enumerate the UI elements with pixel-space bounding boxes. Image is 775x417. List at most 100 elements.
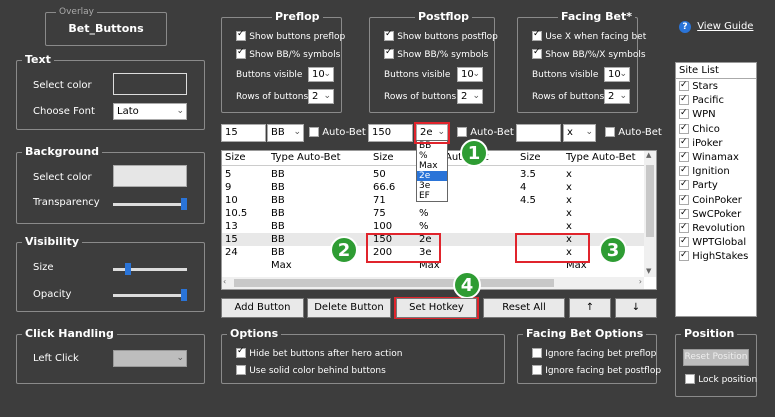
reset-all-button[interactable]: Reset All [483, 298, 565, 318]
checkbox-icon[interactable] [679, 79, 689, 92]
checkbox-icon[interactable] [685, 374, 695, 384]
scroll-right-icon[interactable]: › [639, 277, 642, 286]
facing-size-input[interactable] [516, 124, 561, 142]
table-column-header[interactable]: Size [520, 151, 541, 165]
show-buttons-preflop-checkbox[interactable]: Show buttons preflop [236, 29, 345, 42]
font-select[interactable]: Lato ⌄ [113, 103, 187, 120]
table-column-header[interactable]: Type [566, 151, 589, 165]
facing-type-select[interactable]: x ⌄ [563, 124, 596, 142]
reset-position-button[interactable]: Reset Position [683, 349, 749, 366]
preflop-rows-select[interactable]: 2 ⌄ [308, 89, 334, 104]
preflop-auto-bet-checkbox[interactable]: Auto-Bet [309, 127, 366, 138]
show-bb-preflop-checkbox[interactable]: Show BB/% symbols [236, 47, 340, 60]
postflop-rows-select[interactable]: 2 ⌄ [457, 89, 483, 104]
show-bbx-checkbox[interactable]: Show BB/%/X symbols [532, 47, 646, 60]
site-list-item[interactable]: Party [679, 178, 718, 192]
show-buttons-postflop-checkbox[interactable]: Show buttons postflop [384, 29, 498, 42]
checkbox-icon[interactable] [309, 127, 319, 137]
checkbox-icon[interactable] [679, 249, 689, 262]
scroll-left-icon[interactable]: ‹ [223, 277, 226, 286]
checkbox-icon[interactable] [236, 365, 246, 375]
dropdown-option[interactable]: EF [417, 191, 447, 201]
size-slider[interactable] [113, 263, 187, 275]
checkbox-icon[interactable] [679, 150, 689, 163]
opacity-slider-thumb[interactable] [181, 289, 187, 301]
checkbox-icon[interactable] [532, 29, 542, 41]
site-list-item[interactable]: Chico [679, 122, 720, 136]
site-list-item[interactable]: SwCPoker [679, 207, 741, 221]
site-list-item[interactable]: CoinPoker [679, 193, 742, 207]
site-list-item[interactable]: Pacific [679, 93, 724, 107]
site-list-item[interactable]: WPTGlobal [679, 235, 746, 249]
preflop-buttons-visible-select[interactable]: 10 ⌄ [308, 67, 334, 82]
left-click-select[interactable]: ⌄ [113, 350, 187, 367]
postflop-buttons-visible-select[interactable]: 10 ⌄ [457, 67, 483, 82]
dropdown-option[interactable]: 2e [417, 171, 447, 181]
checkbox-icon[interactable] [384, 47, 394, 59]
type-dropdown-list[interactable]: BB% Max 2e 3e EF [416, 140, 448, 202]
set-hotkey-button[interactable]: Set Hotkey [396, 298, 477, 318]
scroll-down-icon[interactable]: ▼ [646, 267, 651, 275]
checkbox-icon[interactable] [679, 221, 689, 234]
checkbox-icon[interactable] [679, 122, 689, 135]
delete-button[interactable]: Delete Button [307, 298, 391, 318]
checkbox-icon[interactable] [605, 127, 615, 137]
vertical-scrollbar-thumb[interactable] [646, 165, 654, 237]
checkbox-icon[interactable] [679, 207, 689, 220]
move-up-button[interactable]: ↑ [569, 298, 611, 318]
facing-rows-select[interactable]: 2 ⌄ [604, 89, 630, 104]
facing-buttons-visible-select[interactable]: 10 ⌄ [604, 67, 630, 82]
text-color-swatch[interactable] [113, 73, 187, 95]
postflop-auto-bet-checkbox[interactable]: Auto-Bet [457, 127, 514, 138]
postflop-size-input[interactable]: 150 [368, 124, 413, 142]
checkbox-icon[interactable] [532, 365, 542, 375]
show-bb-postflop-checkbox[interactable]: Show BB/% symbols [384, 47, 488, 60]
use-x-checkbox[interactable]: Use X when facing bet [532, 29, 646, 42]
checkbox-icon[interactable] [532, 348, 542, 358]
site-list-item[interactable]: iPoker [679, 136, 722, 150]
site-list-item[interactable]: Stars [679, 79, 718, 93]
site-list-item[interactable]: WPN [679, 107, 716, 121]
table-row[interactable]: 13 BB 100% x [222, 220, 644, 233]
site-list-item[interactable]: Ignition [679, 164, 730, 178]
hide-buttons-checkbox[interactable]: Hide bet buttons after hero action [236, 346, 402, 359]
checkbox-icon[interactable] [457, 127, 467, 137]
checkbox-icon[interactable] [679, 193, 689, 206]
size-slider-thumb[interactable] [124, 263, 131, 275]
site-list-item[interactable]: Revolution [679, 221, 745, 235]
ignore-postflop-checkbox[interactable]: Ignore facing bet postflop [532, 365, 661, 376]
preflop-size-input[interactable]: 15 [221, 124, 266, 142]
table-column-header[interactable]: Size [373, 151, 394, 165]
preflop-type-select[interactable]: BB ⌄ [267, 124, 304, 142]
table-column-header[interactable]: Size [225, 151, 246, 165]
transparency-slider[interactable] [113, 198, 187, 210]
opacity-slider[interactable] [113, 289, 187, 301]
table-column-header[interactable]: Type [271, 151, 294, 165]
table-column-header[interactable]: Auto-Bet [297, 151, 341, 165]
ignore-preflop-checkbox[interactable]: Ignore facing bet preflop [532, 348, 656, 359]
add-button[interactable]: Add Button [221, 298, 304, 318]
checkbox-icon[interactable] [384, 29, 394, 41]
checkbox-icon[interactable] [236, 47, 246, 59]
checkbox-icon[interactable] [679, 93, 689, 106]
site-list[interactable]: Site List Stars Pacific WPN Chico iPoker… [675, 62, 757, 317]
solid-color-checkbox[interactable]: Use solid color behind buttons [236, 365, 386, 376]
lock-position-checkbox[interactable]: Lock position [685, 374, 757, 385]
checkbox-icon[interactable] [679, 164, 689, 177]
horizontal-scrollbar[interactable]: ‹ › [222, 277, 644, 289]
horizontal-scrollbar-thumb[interactable] [234, 279, 554, 287]
checkbox-icon[interactable] [236, 346, 246, 358]
checkbox-icon[interactable] [532, 47, 542, 59]
view-guide-label[interactable]: View Guide [697, 21, 753, 32]
view-guide-link[interactable]: ? View Guide [679, 21, 753, 33]
dropdown-option[interactable]: % [417, 151, 447, 161]
table-column-header[interactable]: Auto-Bet [592, 151, 636, 165]
table-row[interactable]: 10.5 BB 75% x [222, 207, 644, 220]
site-list-item[interactable]: Winamax [679, 150, 739, 164]
dropdown-option[interactable]: 3e [417, 181, 447, 191]
scroll-up-icon[interactable]: ▲ [646, 151, 651, 159]
checkbox-icon[interactable] [236, 29, 246, 41]
bg-color-swatch[interactable] [113, 165, 187, 187]
move-down-button[interactable]: ↓ [615, 298, 657, 318]
facing-auto-bet-checkbox[interactable]: Auto-Bet [605, 127, 662, 138]
